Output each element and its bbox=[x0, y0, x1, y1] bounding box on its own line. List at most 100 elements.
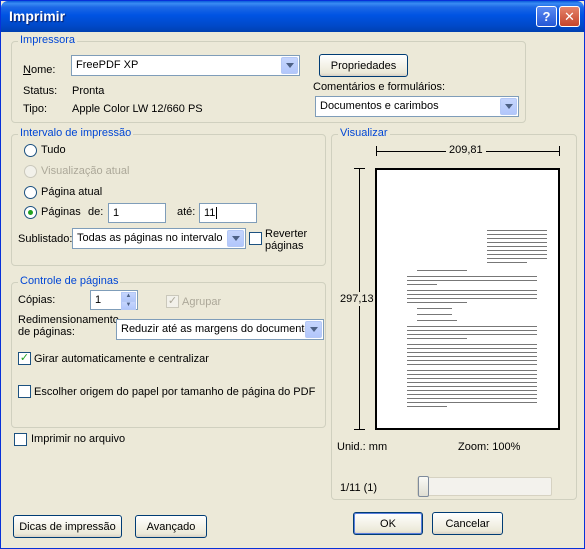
help-icon: ? bbox=[542, 9, 551, 24]
width-value: 209,81 bbox=[446, 144, 486, 156]
preview-text-line bbox=[407, 334, 537, 335]
from-page-value: 1 bbox=[113, 207, 120, 219]
copies-value: 1 bbox=[95, 294, 102, 306]
close-button[interactable]: ✕ bbox=[559, 6, 580, 27]
preview-text-line bbox=[407, 390, 537, 391]
spin-up-icon[interactable]: ▲ bbox=[121, 292, 136, 301]
status-label: Status: bbox=[23, 85, 58, 97]
dialog-title: Imprimir bbox=[9, 8, 66, 24]
radio-current-view-label: Visualização atual bbox=[41, 165, 130, 177]
preview-text-line bbox=[487, 250, 547, 251]
preview-text-line bbox=[487, 254, 547, 255]
scaling-value: Reduzir até as margens do documento bbox=[121, 323, 311, 335]
preview-text-line bbox=[487, 230, 547, 231]
preview-legend: Visualizar bbox=[338, 127, 390, 139]
reverse-pages-checkbox[interactable] bbox=[249, 232, 262, 245]
preview-text-line bbox=[487, 246, 547, 247]
text-cursor bbox=[216, 207, 218, 219]
preview-text-line bbox=[407, 352, 537, 353]
printer-name-select[interactable]: FreePDF XP bbox=[71, 55, 300, 76]
chevron-down-icon[interactable] bbox=[281, 57, 298, 74]
to-page-input[interactable]: 11 bbox=[199, 203, 257, 223]
chevron-down-icon[interactable] bbox=[305, 321, 322, 338]
radio-pages[interactable] bbox=[24, 206, 37, 219]
print-tips-label: Dicas de impressão bbox=[19, 520, 116, 533]
preview-text-line bbox=[407, 294, 537, 295]
advanced-button[interactable]: Avançado bbox=[135, 515, 207, 538]
radio-current-view bbox=[24, 165, 37, 178]
collate-checkbox: ✓ bbox=[166, 295, 179, 308]
copies-input[interactable]: 1 ▲ ▼ bbox=[90, 290, 138, 310]
preview-text-line bbox=[407, 374, 537, 375]
chevron-down-icon[interactable] bbox=[227, 230, 244, 247]
page-slider-thumb[interactable] bbox=[418, 476, 429, 497]
print-to-file-checkbox[interactable] bbox=[14, 433, 27, 446]
cancel-label: Cancelar bbox=[445, 517, 490, 530]
preview-text-line bbox=[417, 314, 452, 315]
properties-button[interactable]: Propriedades bbox=[319, 54, 408, 77]
scaling-select[interactable]: Reduzir até as margens do documento bbox=[116, 319, 324, 340]
preview-text-line bbox=[407, 276, 537, 277]
page-preview bbox=[375, 168, 560, 430]
preview-text-line bbox=[407, 356, 537, 357]
preview-text-line bbox=[407, 402, 537, 403]
autorotate-checkbox[interactable]: ✓ bbox=[18, 352, 31, 365]
radio-all[interactable] bbox=[24, 144, 37, 157]
ok-button[interactable]: OK bbox=[353, 512, 423, 535]
preview-text-line bbox=[417, 320, 457, 321]
radio-pages-label: Páginas bbox=[41, 206, 81, 218]
ok-label: OK bbox=[380, 517, 396, 530]
paper-source-checkbox[interactable] bbox=[18, 385, 31, 398]
from-page-input[interactable]: 1 bbox=[108, 203, 166, 223]
preview-text-line bbox=[407, 298, 537, 299]
radio-current-page[interactable] bbox=[24, 186, 37, 199]
help-button[interactable]: ? bbox=[536, 6, 557, 27]
scaling-label: Redimensionamento de páginas: bbox=[18, 314, 119, 338]
preview-text-line bbox=[407, 378, 537, 379]
properties-button-label: Propriedades bbox=[330, 59, 397, 72]
page-slider-track[interactable] bbox=[417, 477, 552, 496]
type-value: Apple Color LW 12/660 PS bbox=[72, 103, 203, 115]
printer-name-label: Nome: bbox=[23, 64, 56, 76]
radio-current-page-label: Página atual bbox=[41, 186, 103, 198]
height-value: 297,13 bbox=[338, 292, 376, 306]
to-page-value: 11 bbox=[204, 207, 216, 219]
preview-text-line bbox=[407, 338, 467, 339]
to-label: até: bbox=[177, 206, 196, 218]
preview-text-line bbox=[487, 238, 547, 239]
copies-spinner[interactable]: ▲ ▼ bbox=[121, 292, 136, 310]
scaling-label-line1: Redimensionamento bbox=[18, 314, 119, 326]
title-bar[interactable]: Imprimir ? ✕ bbox=[1, 1, 584, 32]
spin-down-icon[interactable]: ▼ bbox=[121, 301, 136, 310]
type-label: Tipo: bbox=[23, 103, 48, 115]
preview-text-line bbox=[487, 234, 547, 235]
printer-name-value: FreePDF XP bbox=[76, 59, 139, 71]
comments-label: Comentários e formulários: bbox=[313, 81, 446, 93]
chevron-down-icon[interactable] bbox=[500, 98, 517, 115]
advanced-label: Avançado bbox=[146, 520, 196, 533]
preview-text-line bbox=[407, 302, 467, 303]
preview-text-line bbox=[407, 360, 537, 361]
status-value: Pronta bbox=[72, 85, 105, 97]
close-icon: ✕ bbox=[564, 8, 575, 24]
preview-text-line bbox=[407, 330, 537, 331]
height-tick-top bbox=[354, 168, 365, 169]
reverse-label-line1: Reverter bbox=[265, 228, 308, 240]
from-label: de: bbox=[88, 206, 104, 218]
units-label: Unid.: mm bbox=[337, 441, 388, 453]
cancel-button[interactable]: Cancelar bbox=[432, 512, 503, 535]
radio-all-label: Tudo bbox=[41, 144, 66, 156]
print-to-file-label: Imprimir no arquivo bbox=[31, 433, 126, 445]
print-tips-button[interactable]: Dicas de impressão bbox=[13, 515, 122, 538]
preview-text-line bbox=[407, 398, 537, 399]
checkmark-icon: ✓ bbox=[167, 295, 178, 307]
preview-text-line bbox=[407, 386, 537, 387]
scaling-label-line2: de páginas: bbox=[18, 326, 75, 338]
preview-text-line bbox=[487, 242, 547, 243]
printer-group-legend: Impressora bbox=[18, 34, 78, 46]
preview-text-line bbox=[417, 308, 452, 309]
preview-text-line bbox=[407, 344, 537, 345]
autorotate-label: Girar automaticamente e centralizar bbox=[34, 353, 209, 365]
subset-select[interactable]: Todas as páginas no intervalo bbox=[72, 228, 246, 249]
comments-select[interactable]: Documentos e carimbos bbox=[315, 96, 519, 117]
